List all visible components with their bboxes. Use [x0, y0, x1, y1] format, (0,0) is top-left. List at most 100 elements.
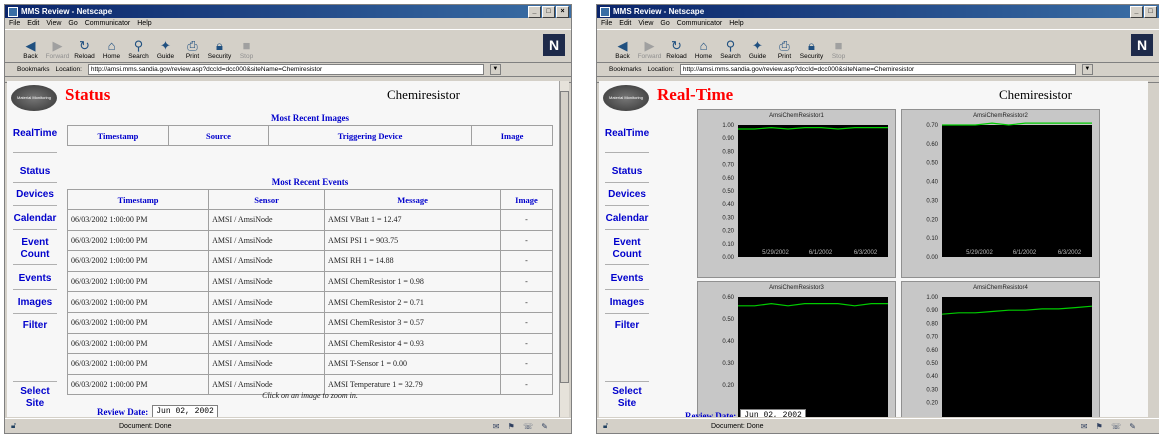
sidebar-item-status[interactable]: Status [599, 166, 655, 178]
event-image[interactable]: - [500, 332, 553, 355]
sidebar-item-event-count[interactable]: Event Count [599, 237, 655, 261]
print-button[interactable]: ⎙ Print [179, 38, 206, 62]
chart-panel-chemresistor3[interactable]: AmsiChemResistor3 0.60 0.50 0.40 0.30 0.20 [697, 281, 896, 417]
chevron-down-icon[interactable]: ▼ [489, 64, 501, 75]
chart-panel-chemresistor4[interactable]: AmsiChemResistor4 1.00 0.90 0.80 0.70 0.60 0.5… [901, 281, 1100, 417]
event-image[interactable]: - [500, 291, 553, 313]
security-button[interactable]: 🔒︎ Security [798, 38, 825, 62]
sidebar-item-realtime[interactable]: RealTime [599, 128, 655, 140]
reload-button[interactable]: ↻ Reload [71, 38, 98, 62]
forward-arrow-icon: ▶ [644, 38, 655, 53]
reload-button[interactable]: ↻ Reload [663, 38, 690, 62]
minimize-button[interactable]: _ [528, 6, 541, 18]
y-tick-label: 0.30 [926, 387, 938, 393]
menu-edit[interactable]: Edit [27, 20, 39, 27]
menu-view[interactable]: View [638, 20, 653, 27]
component-bar-icons[interactable]: ✉ ⚑ ☏ ✎ [1081, 422, 1139, 431]
event-sensor: AMSI / AmsiNode [208, 250, 326, 272]
forward-button[interactable]: ▶ Forward [44, 38, 71, 62]
sidebar-item-filter[interactable]: Filter [599, 320, 655, 332]
review-date-input[interactable]: Jun 02, 2002 [152, 405, 218, 417]
search-icon: ⚲ [133, 38, 144, 53]
realtime-browser-window: MMS Review - Netscape _ □ File Edit View… [596, 4, 1159, 434]
sidebar-item-events[interactable]: Events [599, 273, 655, 285]
y-tick-label: 0.70 [926, 123, 938, 129]
review-date-label: Review Date: [685, 410, 737, 418]
security-button[interactable]: 🔒︎ Security [206, 38, 233, 62]
sidebar-item-select-site[interactable]: Select Site [599, 386, 655, 410]
event-image[interactable]: - [500, 353, 553, 375]
sidebar-item-devices[interactable]: Devices [7, 189, 63, 201]
sidebar-item-filter[interactable]: Filter [7, 320, 63, 332]
event-image[interactable]: - [500, 209, 553, 231]
print-icon: ⎙ [779, 38, 790, 53]
review-date-input[interactable]: Jun 02, 2002 [740, 409, 806, 417]
back-button[interactable]: ◀ Back [609, 38, 636, 62]
search-icon: ⚲ [725, 38, 736, 53]
y-tick-label: 0.90 [722, 136, 734, 142]
y-tick-label: 0.10 [722, 242, 734, 248]
back-button[interactable]: ◀ Back [17, 38, 44, 62]
home-button[interactable]: ⌂ Home [98, 38, 125, 62]
sidebar-item-realtime[interactable]: RealTime [7, 128, 63, 140]
security-lock-icon[interactable]: 🔓︎ [603, 421, 621, 431]
event-sensor: AMSI / AmsiNode [208, 209, 326, 231]
sidebar-item-devices[interactable]: Devices [599, 189, 655, 201]
search-button[interactable]: ⚲ Search [125, 38, 152, 62]
bookmarks-button[interactable]: Bookmarks [609, 66, 642, 73]
close-button[interactable]: × [556, 6, 569, 18]
maximize-button[interactable]: □ [1144, 6, 1157, 18]
menu-communicator[interactable]: Communicator [677, 20, 723, 27]
y-tick-label: 0.50 [722, 317, 734, 323]
sidebar-item-calendar[interactable]: Calendar [7, 213, 63, 225]
menu-edit[interactable]: Edit [619, 20, 631, 27]
print-button[interactable]: ⎙ Print [771, 38, 798, 62]
menu-go[interactable]: Go [68, 20, 77, 27]
y-tick-label: 0.60 [926, 142, 938, 148]
sidebar-item-event-count[interactable]: Event Count [7, 237, 63, 261]
y-tick-label: 0.30 [926, 198, 938, 204]
search-button[interactable]: ⚲ Search [717, 38, 744, 62]
minimize-button[interactable]: _ [1130, 6, 1143, 18]
sidebar-item-calendar[interactable]: Calendar [599, 213, 655, 225]
sidebar-item-select-site[interactable]: Select Site [7, 386, 63, 410]
url-input[interactable]: http://amsi.mms.sandia.gov/review.asp?dc… [679, 64, 1076, 75]
event-image[interactable]: - [500, 270, 553, 293]
chevron-down-icon[interactable]: ▼ [1081, 64, 1093, 75]
guide-button[interactable]: ✦ Guide [744, 38, 771, 62]
sidebar-item-images[interactable]: Images [7, 297, 63, 309]
event-sensor: AMSI / AmsiNode [208, 332, 326, 355]
component-bar-icons[interactable]: ✉ ⚑ ☏ ✎ [493, 422, 551, 431]
vertical-scrollbar[interactable] [559, 81, 569, 417]
url-input[interactable]: http://amsi.mms.sandia.gov/review.asp?dc… [87, 64, 484, 75]
menu-communicator[interactable]: Communicator [85, 20, 131, 27]
sidebar-item-images[interactable]: Images [599, 297, 655, 309]
event-timestamp: 06/03/2002 1:00:00 PM [66, 229, 210, 252]
netscape-icon [600, 6, 610, 17]
security-lock-icon[interactable]: 🔓︎ [11, 421, 29, 431]
event-image[interactable]: - [500, 311, 553, 334]
chart-panel-chemresistor1[interactable]: AmsiChemResistor1 1.00 0.90 0.80 0.70 0.60 0.5… [697, 109, 896, 278]
sidebar-item-status[interactable]: Status [7, 166, 63, 178]
forward-button[interactable]: ▶ Forward [636, 38, 663, 62]
maximize-button[interactable]: □ [542, 6, 555, 18]
event-timestamp: 06/03/2002 1:00:00 PM [66, 209, 210, 231]
back-arrow-icon: ◀ [617, 38, 628, 53]
menu-file[interactable]: File [601, 20, 612, 27]
chart-panel-chemresistor2[interactable]: AmsiChemResistor2 0.70 0.60 0.50 0.40 0.30 0.2… [901, 109, 1100, 278]
event-image[interactable]: - [500, 229, 553, 252]
menu-help[interactable]: Help [137, 20, 151, 27]
column-header: Source [167, 125, 270, 146]
stop-button[interactable]: ■ Stop [233, 38, 260, 62]
sidebar-item-events[interactable]: Events [7, 273, 63, 285]
menu-view[interactable]: View [46, 20, 61, 27]
scrollbar-thumb[interactable] [560, 91, 569, 383]
menu-file[interactable]: File [9, 20, 20, 27]
event-image[interactable]: - [500, 250, 553, 272]
guide-button[interactable]: ✦ Guide [152, 38, 179, 62]
bookmarks-button[interactable]: Bookmarks [17, 66, 50, 73]
menu-help[interactable]: Help [729, 20, 743, 27]
menu-go[interactable]: Go [660, 20, 669, 27]
stop-button[interactable]: ■ Stop [825, 38, 852, 62]
home-button[interactable]: ⌂ Home [690, 38, 717, 62]
